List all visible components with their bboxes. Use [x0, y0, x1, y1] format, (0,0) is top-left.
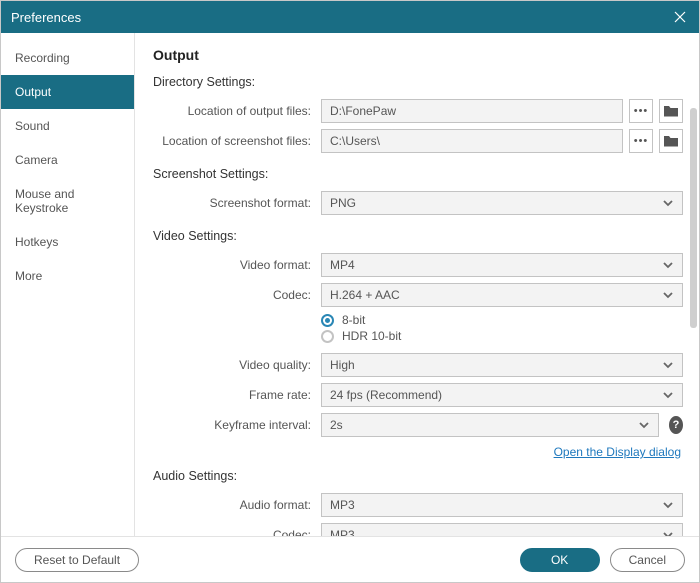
select-audio-codec[interactable]: MP3 [321, 523, 683, 536]
chevron-down-icon [662, 359, 674, 371]
chevron-down-icon [662, 529, 674, 536]
radio-dot-icon [321, 330, 334, 343]
row-audio-format: Audio format: MP3 [153, 493, 683, 517]
label-video-codec: Codec: [153, 288, 321, 302]
radio-hdr10bit[interactable]: HDR 10-bit [321, 329, 401, 343]
chevron-down-icon [662, 289, 674, 301]
label-audio-format: Audio format: [153, 498, 321, 512]
label-screenshot-location: Location of screenshot files: [153, 134, 321, 148]
select-keyframe-interval-value: 2s [330, 418, 343, 432]
titlebar: Preferences [1, 1, 699, 33]
sidebar: Recording Output Sound Camera Mouse and … [1, 33, 135, 536]
select-keyframe-interval[interactable]: 2s [321, 413, 659, 437]
input-screenshot-location[interactable] [321, 129, 623, 153]
scrollbar-thumb[interactable] [690, 108, 697, 328]
ok-button[interactable]: OK [520, 548, 600, 572]
sidebar-item-mouse-keystroke[interactable]: Mouse and Keystroke [1, 177, 134, 225]
label-audio-codec: Codec: [153, 528, 321, 536]
select-video-codec[interactable]: H.264 + AAC [321, 283, 683, 307]
chevron-down-icon [662, 389, 674, 401]
help-icon[interactable]: ? [669, 416, 683, 434]
section-heading-directory: Directory Settings: [153, 75, 683, 89]
row-bit-depth: 8-bit HDR 10-bit [153, 313, 683, 343]
select-video-format-value: MP4 [330, 258, 355, 272]
select-video-codec-value: H.264 + AAC [330, 288, 400, 302]
open-output-folder-icon[interactable] [659, 99, 683, 123]
close-icon[interactable] [671, 8, 689, 26]
row-video-quality: Video quality: High [153, 353, 683, 377]
row-video-format: Video format: MP4 [153, 253, 683, 277]
chevron-down-icon [662, 499, 674, 511]
select-screenshot-format[interactable]: PNG [321, 191, 683, 215]
select-audio-format-value: MP3 [330, 498, 355, 512]
sidebar-item-sound[interactable]: Sound [1, 109, 134, 143]
open-screenshot-folder-icon[interactable] [659, 129, 683, 153]
scrollbar[interactable] [687, 33, 699, 536]
radio-hdr10bit-label: HDR 10-bit [342, 329, 401, 343]
cancel-button[interactable]: Cancel [610, 548, 685, 572]
sidebar-item-hotkeys[interactable]: Hotkeys [1, 225, 134, 259]
row-frame-rate: Frame rate: 24 fps (Recommend) [153, 383, 683, 407]
browse-output-button[interactable] [629, 99, 653, 123]
section-heading-screenshot: Screenshot Settings: [153, 167, 683, 181]
sidebar-item-camera[interactable]: Camera [1, 143, 134, 177]
label-screenshot-format: Screenshot format: [153, 196, 321, 210]
input-output-location[interactable] [321, 99, 623, 123]
label-video-quality: Video quality: [153, 358, 321, 372]
row-screenshot-location: Location of screenshot files: [153, 129, 683, 153]
select-audio-format[interactable]: MP3 [321, 493, 683, 517]
select-screenshot-format-value: PNG [330, 196, 356, 210]
row-screenshot-format: Screenshot format: PNG [153, 191, 683, 215]
reset-to-default-button[interactable]: Reset to Default [15, 548, 139, 572]
browse-screenshot-button[interactable] [629, 129, 653, 153]
label-video-format: Video format: [153, 258, 321, 272]
chevron-down-icon [662, 197, 674, 209]
radio-dot-icon [321, 314, 334, 327]
radio-8bit[interactable]: 8-bit [321, 313, 401, 327]
select-video-quality-value: High [330, 358, 355, 372]
row-audio-codec: Codec: MP3 [153, 523, 683, 536]
row-keyframe-interval: Keyframe interval: 2s ? [153, 413, 683, 437]
select-video-quality[interactable]: High [321, 353, 683, 377]
open-display-dialog-link[interactable]: Open the Display dialog [554, 445, 681, 459]
radio-8bit-label: 8-bit [342, 313, 365, 327]
select-frame-rate-value: 24 fps (Recommend) [330, 388, 442, 402]
window-title: Preferences [11, 10, 81, 25]
row-output-location: Location of output files: [153, 99, 683, 123]
display-dialog-row: Open the Display dialog [153, 443, 681, 461]
footer: Reset to Default OK Cancel [1, 536, 699, 582]
chevron-down-icon [662, 259, 674, 271]
label-keyframe-interval: Keyframe interval: [153, 418, 321, 432]
page-title: Output [153, 47, 683, 63]
body: Recording Output Sound Camera Mouse and … [1, 33, 699, 536]
section-heading-video: Video Settings: [153, 229, 683, 243]
chevron-down-icon [638, 419, 650, 431]
select-frame-rate[interactable]: 24 fps (Recommend) [321, 383, 683, 407]
sidebar-item-more[interactable]: More [1, 259, 134, 293]
sidebar-item-output[interactable]: Output [1, 75, 134, 109]
sidebar-item-recording[interactable]: Recording [1, 41, 134, 75]
main-wrap: Output Directory Settings: Location of o… [135, 33, 699, 536]
label-output-location: Location of output files: [153, 104, 321, 118]
section-heading-audio: Audio Settings: [153, 469, 683, 483]
row-video-codec: Codec: H.264 + AAC [153, 283, 683, 307]
select-video-format[interactable]: MP4 [321, 253, 683, 277]
main-panel: Output Directory Settings: Location of o… [135, 33, 687, 536]
label-frame-rate: Frame rate: [153, 388, 321, 402]
select-audio-codec-value: MP3 [330, 528, 355, 536]
preferences-window: Preferences Recording Output Sound Camer… [0, 0, 700, 583]
